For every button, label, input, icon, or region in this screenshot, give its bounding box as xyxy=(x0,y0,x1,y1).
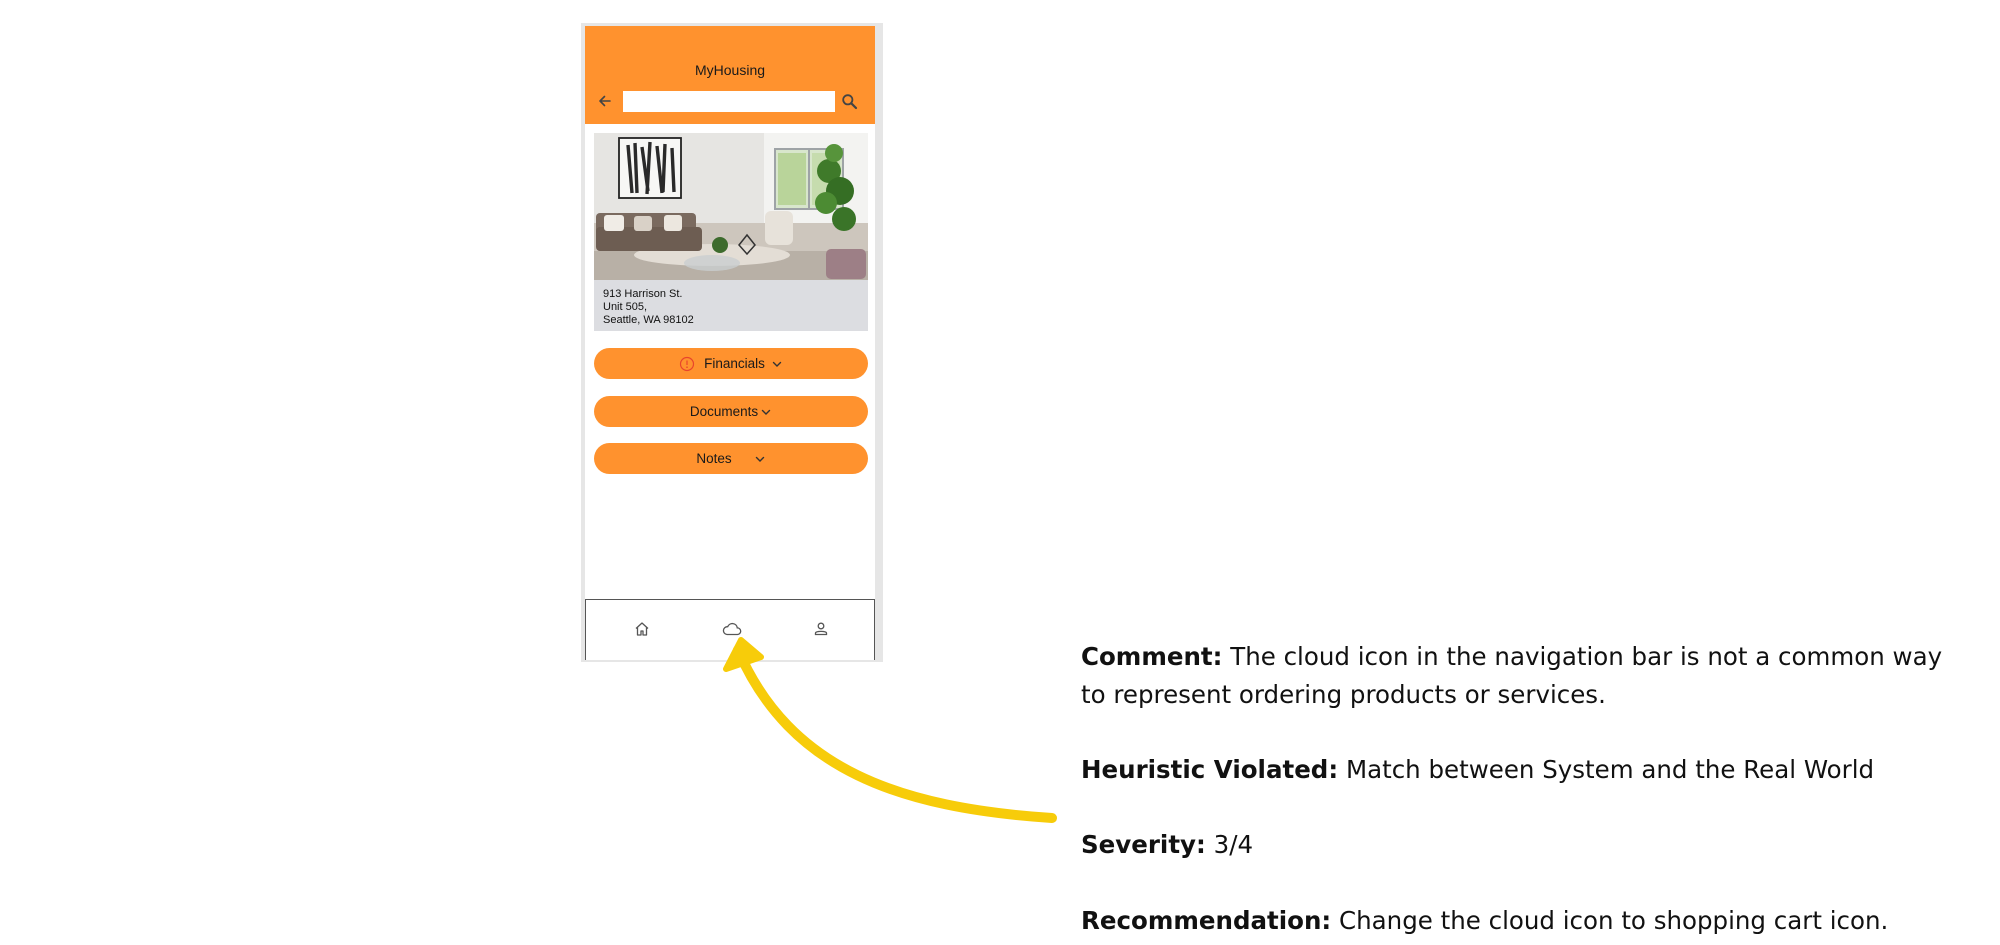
cloud-icon[interactable] xyxy=(721,620,743,638)
chevron-down-icon xyxy=(755,456,764,462)
severity-annotation: Severity: 3/4 xyxy=(1081,826,1253,864)
financials-label: Financials xyxy=(704,356,765,371)
recommendation-label: Recommendation: xyxy=(1081,906,1332,935)
address-line: Unit 505, xyxy=(603,301,648,313)
callout-arrow xyxy=(723,637,1057,823)
heuristic-annotation: Heuristic Violated: Match between System… xyxy=(1081,751,1874,789)
listing-address: 913 Harrison St. Unit 505, Seattle, WA 9… xyxy=(603,288,694,327)
recommendation-text: Change the cloud icon to shopping cart i… xyxy=(1339,906,1889,935)
alert-circle-icon xyxy=(680,356,695,371)
heuristic-label: Heuristic Violated: xyxy=(1081,755,1339,784)
address-line: 913 Harrison St. xyxy=(603,288,683,300)
phone-screen: MyHousing 913 Harrison St. Unit 505, Sea… xyxy=(585,26,875,660)
notes-button[interactable]: Notes xyxy=(594,443,868,474)
phone-mockup: MyHousing 913 Harrison St. Unit 505, Sea… xyxy=(581,23,883,662)
recommendation-annotation: Recommendation: Change the cloud icon to… xyxy=(1081,902,1888,940)
living-room-photo xyxy=(594,133,868,280)
chevron-down-icon xyxy=(772,361,782,367)
user-icon[interactable] xyxy=(812,620,830,638)
severity-label: Severity: xyxy=(1081,830,1206,859)
severity-text: 3/4 xyxy=(1213,830,1254,859)
back-arrow-icon[interactable] xyxy=(597,93,613,109)
heuristic-text: Match between System and the Real World xyxy=(1345,755,1875,784)
app-title: MyHousing xyxy=(694,62,766,78)
listing-card[interactable]: 913 Harrison St. Unit 505, Seattle, WA 9… xyxy=(594,133,868,331)
comment-annotation: Comment: The cloud icon in the navigatio… xyxy=(1081,638,1961,714)
address-line: Seattle, WA 98102 xyxy=(603,314,694,326)
bottom-navigation-bar xyxy=(585,599,875,660)
home-icon[interactable] xyxy=(633,620,651,638)
app-header: MyHousing xyxy=(585,26,875,124)
search-input[interactable] xyxy=(623,91,835,112)
comment-label: Comment: xyxy=(1081,642,1223,671)
financials-button[interactable]: Financials xyxy=(594,348,868,379)
documents-label: Documents xyxy=(689,404,759,419)
documents-button[interactable]: Documents xyxy=(594,396,868,427)
chevron-down-icon xyxy=(761,409,771,415)
notes-label: Notes xyxy=(696,451,732,466)
search-icon[interactable] xyxy=(841,93,858,110)
